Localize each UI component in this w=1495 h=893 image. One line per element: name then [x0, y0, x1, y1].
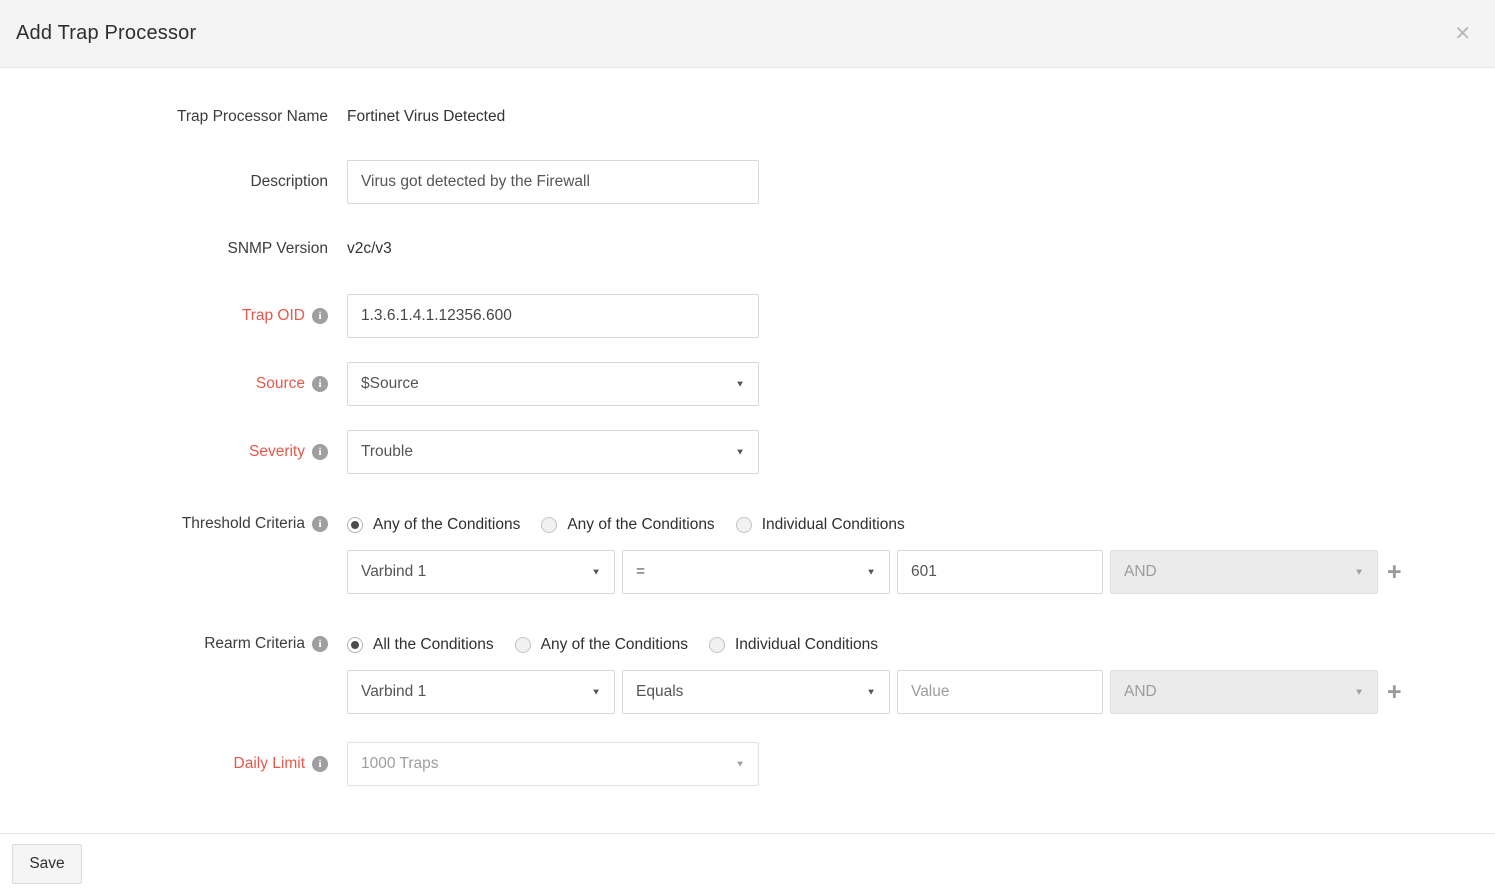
severity-select[interactable]: Trouble ▼ [347, 430, 759, 474]
chevron-down-icon: ▼ [591, 567, 601, 576]
chevron-down-icon: ▼ [1354, 687, 1364, 696]
rearm-logic-select: AND ▼ [1110, 670, 1378, 714]
rearm-condition-row: Varbind 1 ▼ Equals ▼ AND ▼ + [347, 670, 1402, 714]
daily-limit-select-value: 1000 Traps [361, 755, 439, 773]
trap-processor-name-value: Fortinet Virus Detected [347, 108, 505, 125]
radio-selected-icon [347, 637, 363, 653]
threshold-condition-row: Varbind 1 ▼ = ▼ AND ▼ + [347, 550, 1402, 594]
threshold-criteria-label: Threshold Criteria [182, 515, 305, 533]
daily-limit-label: Daily Limit [234, 755, 305, 773]
rearm-radio-all[interactable]: All the Conditions [347, 636, 494, 654]
field-row-snmp-version: SNMP Version v2c/v3 [0, 240, 1495, 258]
field-row-source: Source i $Source ▼ [0, 362, 1495, 406]
snmp-version-label: SNMP Version [227, 240, 328, 258]
threshold-radio-any-2[interactable]: Any of the Conditions [541, 516, 714, 534]
field-row-daily-limit: Daily Limit i 1000 Traps ▼ [0, 742, 1495, 786]
rearm-criteria-radio-group: All the Conditions Any of the Conditions… [347, 634, 1402, 656]
rearm-radio-individual[interactable]: Individual Conditions [709, 636, 878, 654]
trap-oid-info-icon[interactable]: i [312, 308, 328, 324]
chevron-down-icon: ▼ [591, 687, 601, 696]
add-trap-processor-dialog: Add Trap Processor ✕ Trap Processor Name… [0, 0, 1495, 893]
chevron-down-icon: ▼ [866, 567, 876, 576]
threshold-criteria-radio-group: Any of the Conditions Any of the Conditi… [347, 514, 1402, 536]
field-row-description: Description [0, 160, 1495, 204]
rearm-varbind-select[interactable]: Varbind 1 ▼ [347, 670, 615, 714]
chevron-down-icon: ▼ [735, 759, 745, 768]
chevron-down-icon: ▼ [1354, 567, 1364, 576]
field-row-trap-oid: Trap OID i [0, 294, 1495, 338]
radio-selected-icon [347, 517, 363, 533]
dialog-title: Add Trap Processor [16, 22, 196, 45]
field-row-rearm-criteria: Rearm Criteria i All the Conditions Any … [0, 632, 1495, 714]
dialog-footer: Save [0, 833, 1495, 893]
daily-limit-select[interactable]: 1000 Traps ▼ [347, 742, 759, 786]
rearm-criteria-info-icon[interactable]: i [312, 636, 328, 652]
chevron-down-icon: ▼ [735, 379, 745, 388]
field-row-threshold-criteria: Threshold Criteria i Any of the Conditio… [0, 512, 1495, 594]
radio-unselected-icon [736, 517, 752, 533]
dialog-header: Add Trap Processor ✕ [0, 0, 1495, 68]
rearm-criteria-label: Rearm Criteria [204, 635, 305, 653]
rearm-add-condition-icon[interactable]: + [1387, 680, 1402, 705]
source-select[interactable]: $Source ▼ [347, 362, 759, 406]
severity-select-value: Trouble [361, 443, 413, 461]
dialog-body: Trap Processor Name Fortinet Virus Detec… [0, 68, 1495, 833]
threshold-criteria-info-icon[interactable]: i [312, 516, 328, 532]
field-row-trap-processor-name: Trap Processor Name Fortinet Virus Detec… [0, 108, 1495, 126]
threshold-varbind-select[interactable]: Varbind 1 ▼ [347, 550, 615, 594]
source-label: Source [256, 375, 305, 393]
source-info-icon[interactable]: i [312, 376, 328, 392]
radio-unselected-icon [515, 637, 531, 653]
close-icon[interactable]: ✕ [1450, 20, 1475, 48]
severity-info-icon[interactable]: i [312, 444, 328, 460]
rearm-radio-any[interactable]: Any of the Conditions [515, 636, 688, 654]
save-button[interactable]: Save [12, 844, 82, 884]
description-input[interactable] [347, 160, 759, 204]
trap-oid-input[interactable] [347, 294, 759, 338]
threshold-add-condition-icon[interactable]: + [1387, 560, 1402, 585]
source-select-value: $Source [361, 375, 419, 393]
threshold-operator-select[interactable]: = ▼ [622, 550, 890, 594]
field-row-severity: Severity i Trouble ▼ [0, 430, 1495, 474]
daily-limit-info-icon[interactable]: i [312, 756, 328, 772]
description-label: Description [250, 173, 328, 191]
rearm-value-input[interactable] [897, 670, 1103, 714]
threshold-radio-any-1[interactable]: Any of the Conditions [347, 516, 520, 534]
severity-label: Severity [249, 443, 305, 461]
threshold-logic-select: AND ▼ [1110, 550, 1378, 594]
chevron-down-icon: ▼ [735, 447, 745, 456]
threshold-value-input[interactable] [897, 550, 1103, 594]
rearm-operator-select[interactable]: Equals ▼ [622, 670, 890, 714]
snmp-version-value: v2c/v3 [347, 240, 392, 257]
threshold-radio-individual[interactable]: Individual Conditions [736, 516, 905, 534]
radio-unselected-icon [541, 517, 557, 533]
chevron-down-icon: ▼ [866, 687, 876, 696]
trap-processor-name-label: Trap Processor Name [177, 108, 328, 126]
radio-unselected-icon [709, 637, 725, 653]
trap-oid-label: Trap OID [242, 307, 305, 325]
